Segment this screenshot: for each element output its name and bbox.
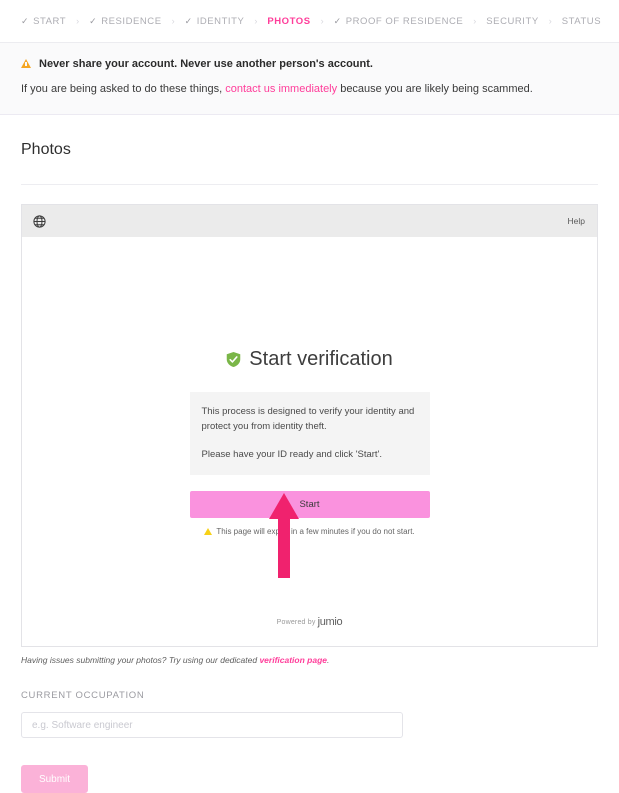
chevron-right-icon: › xyxy=(171,15,175,26)
helper-text-before: Having issues submitting your photos? Tr… xyxy=(21,655,260,666)
step-label: IDENTITY xyxy=(196,15,245,27)
chevron-right-icon: › xyxy=(473,15,477,26)
check-icon: ✓ xyxy=(89,15,98,26)
chevron-right-icon: › xyxy=(76,15,80,26)
current-occupation-input[interactable] xyxy=(21,712,403,739)
warning-body-before: If you are being asked to do these thing… xyxy=(21,83,226,95)
step-proof-of-residence[interactable]: ✓ PROOF OF RESIDENCE xyxy=(334,16,464,27)
step-identity[interactable]: ✓ IDENTITY xyxy=(185,16,245,27)
step-label: STATUS xyxy=(561,15,602,27)
info-paragraph-1: This process is designed to verify your … xyxy=(201,406,415,433)
expiry-notice: This page will expire in a few minutes i… xyxy=(204,526,415,536)
start-button[interactable]: Start xyxy=(189,490,430,518)
warning-headline: Never share your account. Never use anot… xyxy=(21,58,599,70)
shield-check-icon xyxy=(226,351,249,368)
powered-by-label: Powered by xyxy=(276,619,316,627)
iframe-content: Start verification This process is desig… xyxy=(22,237,597,646)
jumio-logo: jumio xyxy=(317,616,343,629)
helper-text-after: . xyxy=(327,655,330,666)
chevron-right-icon: › xyxy=(254,15,258,26)
breadcrumb: ✓ START › ✓ RESIDENCE › ✓ IDENTITY › PHO… xyxy=(0,0,619,43)
chevron-right-icon: › xyxy=(320,15,324,26)
start-verification-heading: Start verification xyxy=(226,348,393,371)
heading-text: Start verification xyxy=(249,348,393,371)
security-warning-banner: Never share your account. Never use anot… xyxy=(0,43,619,116)
iframe-toolbar: Help xyxy=(22,205,597,238)
step-label: RESIDENCE xyxy=(101,15,162,27)
step-status[interactable]: STATUS xyxy=(562,16,601,27)
step-residence[interactable]: ✓ RESIDENCE xyxy=(89,16,161,27)
chevron-right-icon: › xyxy=(548,15,552,26)
warning-headline-text: Never share your account. Never use anot… xyxy=(39,58,373,70)
step-start[interactable]: ✓ START xyxy=(21,16,66,27)
step-label: PROOF OF RESIDENCE xyxy=(345,15,464,27)
page-title: Photos xyxy=(21,141,71,159)
title-divider xyxy=(21,184,598,186)
verification-page-link[interactable]: verification page xyxy=(259,655,327,665)
submit-button[interactable]: Submit xyxy=(21,765,88,793)
help-link[interactable]: Help xyxy=(568,216,585,226)
info-paragraph-2: Please have your ID ready and click 'Sta… xyxy=(201,448,383,460)
check-icon: ✓ xyxy=(333,15,342,26)
contact-us-link[interactable]: contact us immediately xyxy=(225,83,337,95)
warning-body-after: because you are likely being scammed. xyxy=(337,83,533,95)
verification-iframe: Help Start verification This process is … xyxy=(21,204,598,648)
powered-by-jumio: Powered by jumio xyxy=(22,616,597,628)
step-label: START xyxy=(33,15,67,27)
step-security[interactable]: SECURITY xyxy=(486,16,538,27)
expiry-notice-text: This page will expire in a few minutes i… xyxy=(216,526,415,536)
globe-icon[interactable] xyxy=(32,214,47,229)
verification-info-box: This process is designed to verify your … xyxy=(189,392,430,475)
step-label: SECURITY xyxy=(486,15,539,27)
step-label: PHOTOS xyxy=(267,15,311,27)
check-icon: ✓ xyxy=(21,15,30,26)
warning-body: If you are being asked to do these thing… xyxy=(21,82,599,97)
current-occupation-label: CURRENT OCCUPATION xyxy=(21,690,145,702)
check-icon: ✓ xyxy=(184,15,193,26)
helper-text: Having issues submitting your photos? Tr… xyxy=(21,655,598,665)
step-photos[interactable]: PHOTOS xyxy=(267,16,310,27)
warning-triangle-icon xyxy=(204,527,213,535)
warning-triangle-icon xyxy=(21,59,31,68)
